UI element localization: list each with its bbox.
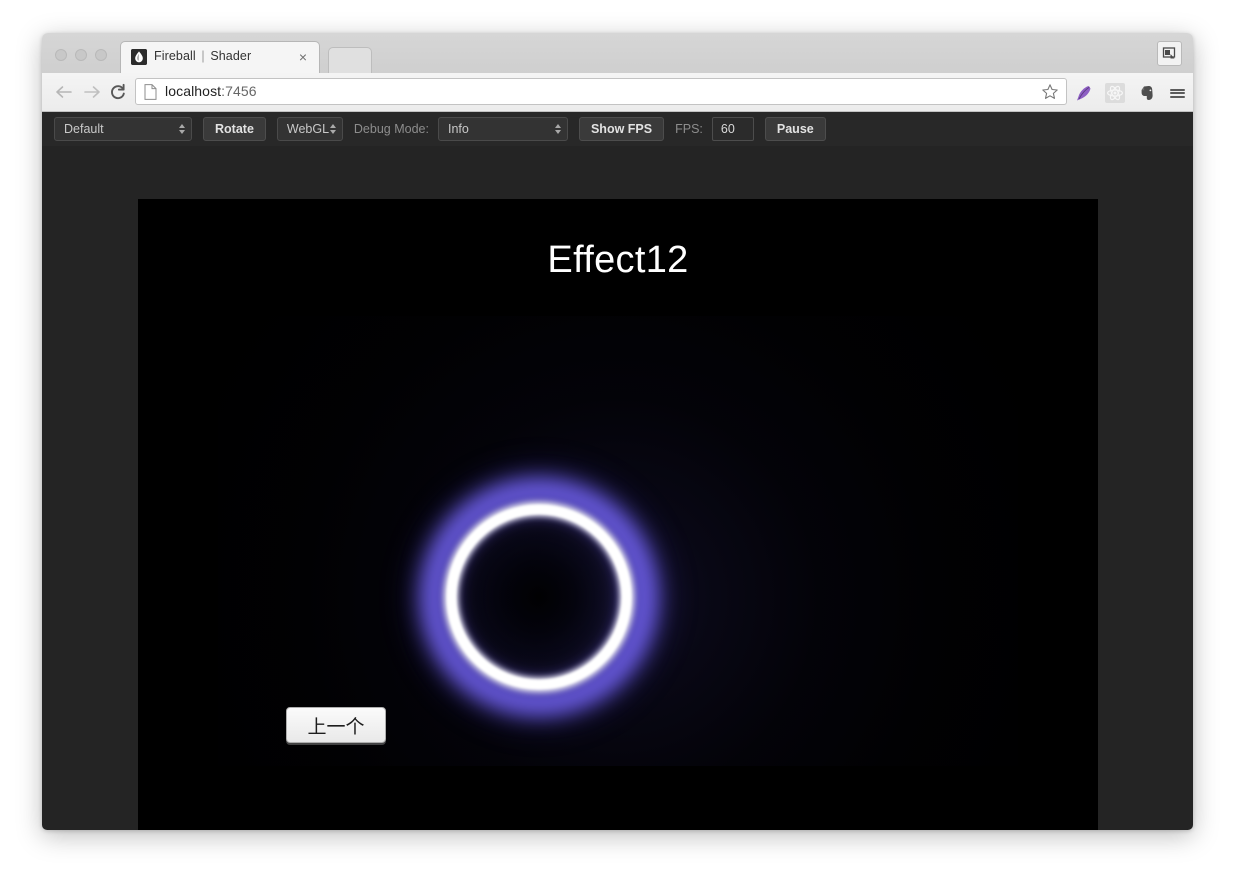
new-tab-button[interactable]: [328, 47, 372, 73]
url-host: localhost: [165, 83, 222, 99]
minimize-window-button[interactable]: [75, 49, 87, 61]
stepper-arrows-icon: [554, 124, 561, 134]
stepper-arrows-icon: [329, 124, 336, 134]
tab-strip: Fireball | Shader ×: [42, 33, 1193, 74]
tab-title-separator: |: [201, 49, 205, 63]
effect-title: Effect12: [547, 239, 689, 281]
renderer-select-value: WebGL: [286, 122, 330, 136]
stepper-arrows-icon: [179, 124, 185, 134]
clearly-feather-icon[interactable]: [1072, 82, 1094, 104]
forward-arrow-icon[interactable]: [82, 82, 102, 102]
debug-mode-select[interactable]: Info: [437, 117, 568, 141]
fps-input[interactable]: 60: [711, 117, 754, 141]
debug-mode-label: Debug Mode:: [353, 122, 429, 136]
webgl-canvas[interactable]: 上一个 下一个: [218, 316, 1018, 766]
ring-inner-shadow: [459, 517, 619, 677]
bookmark-star-icon[interactable]: [1041, 83, 1059, 101]
tab-title: Fireball | Shader: [154, 49, 251, 63]
profile-window-icon[interactable]: [1157, 41, 1182, 66]
browser-nav-bar: localhost:7456: [42, 73, 1193, 112]
react-devtools-icon[interactable]: [1104, 82, 1126, 104]
previous-effect-button[interactable]: 上一个: [286, 707, 386, 743]
pause-button[interactable]: Pause: [764, 117, 826, 141]
preview-stage: Effect12 上一个 下一个: [138, 199, 1098, 830]
screen: Fireball | Shader × localhost:7456 Defau…: [0, 0, 1235, 881]
fireball-droplet-icon: [131, 49, 147, 65]
rotate-button[interactable]: Rotate: [203, 117, 266, 141]
renderer-select[interactable]: WebGL: [276, 117, 343, 141]
reload-icon[interactable]: [108, 82, 128, 102]
evernote-elephant-icon[interactable]: [1137, 82, 1159, 104]
browser-window: Fireball | Shader × localhost:7456 Defau…: [42, 33, 1193, 830]
tab-title-main: Fireball: [154, 49, 196, 63]
page-content: Default Rotate WebGL Debug Mode: Info Sh…: [42, 112, 1193, 830]
address-bar-text: localhost:7456: [165, 83, 257, 99]
back-arrow-icon[interactable]: [54, 82, 74, 102]
hamburger-menu-icon[interactable]: [1166, 82, 1188, 104]
close-icon[interactable]: ×: [296, 50, 310, 64]
page-icon: [144, 84, 157, 100]
url-port: :7456: [221, 83, 257, 99]
scene-select-value: Default: [64, 122, 104, 136]
fps-label: FPS:: [675, 122, 703, 136]
debug-mode-select-value: Info: [447, 122, 469, 136]
maximize-window-button[interactable]: [95, 49, 107, 61]
address-bar[interactable]: localhost:7456: [135, 78, 1067, 105]
browser-tab-fireball-shader[interactable]: Fireball | Shader ×: [120, 41, 320, 73]
show-fps-button[interactable]: Show FPS: [578, 117, 665, 141]
editor-toolbar: Default Rotate WebGL Debug Mode: Info Sh…: [42, 112, 1193, 146]
tab-title-sub: Shader: [210, 49, 252, 63]
close-window-button[interactable]: [55, 49, 67, 61]
window-traffic-lights: [55, 49, 107, 61]
scene-select[interactable]: Default: [54, 117, 192, 141]
